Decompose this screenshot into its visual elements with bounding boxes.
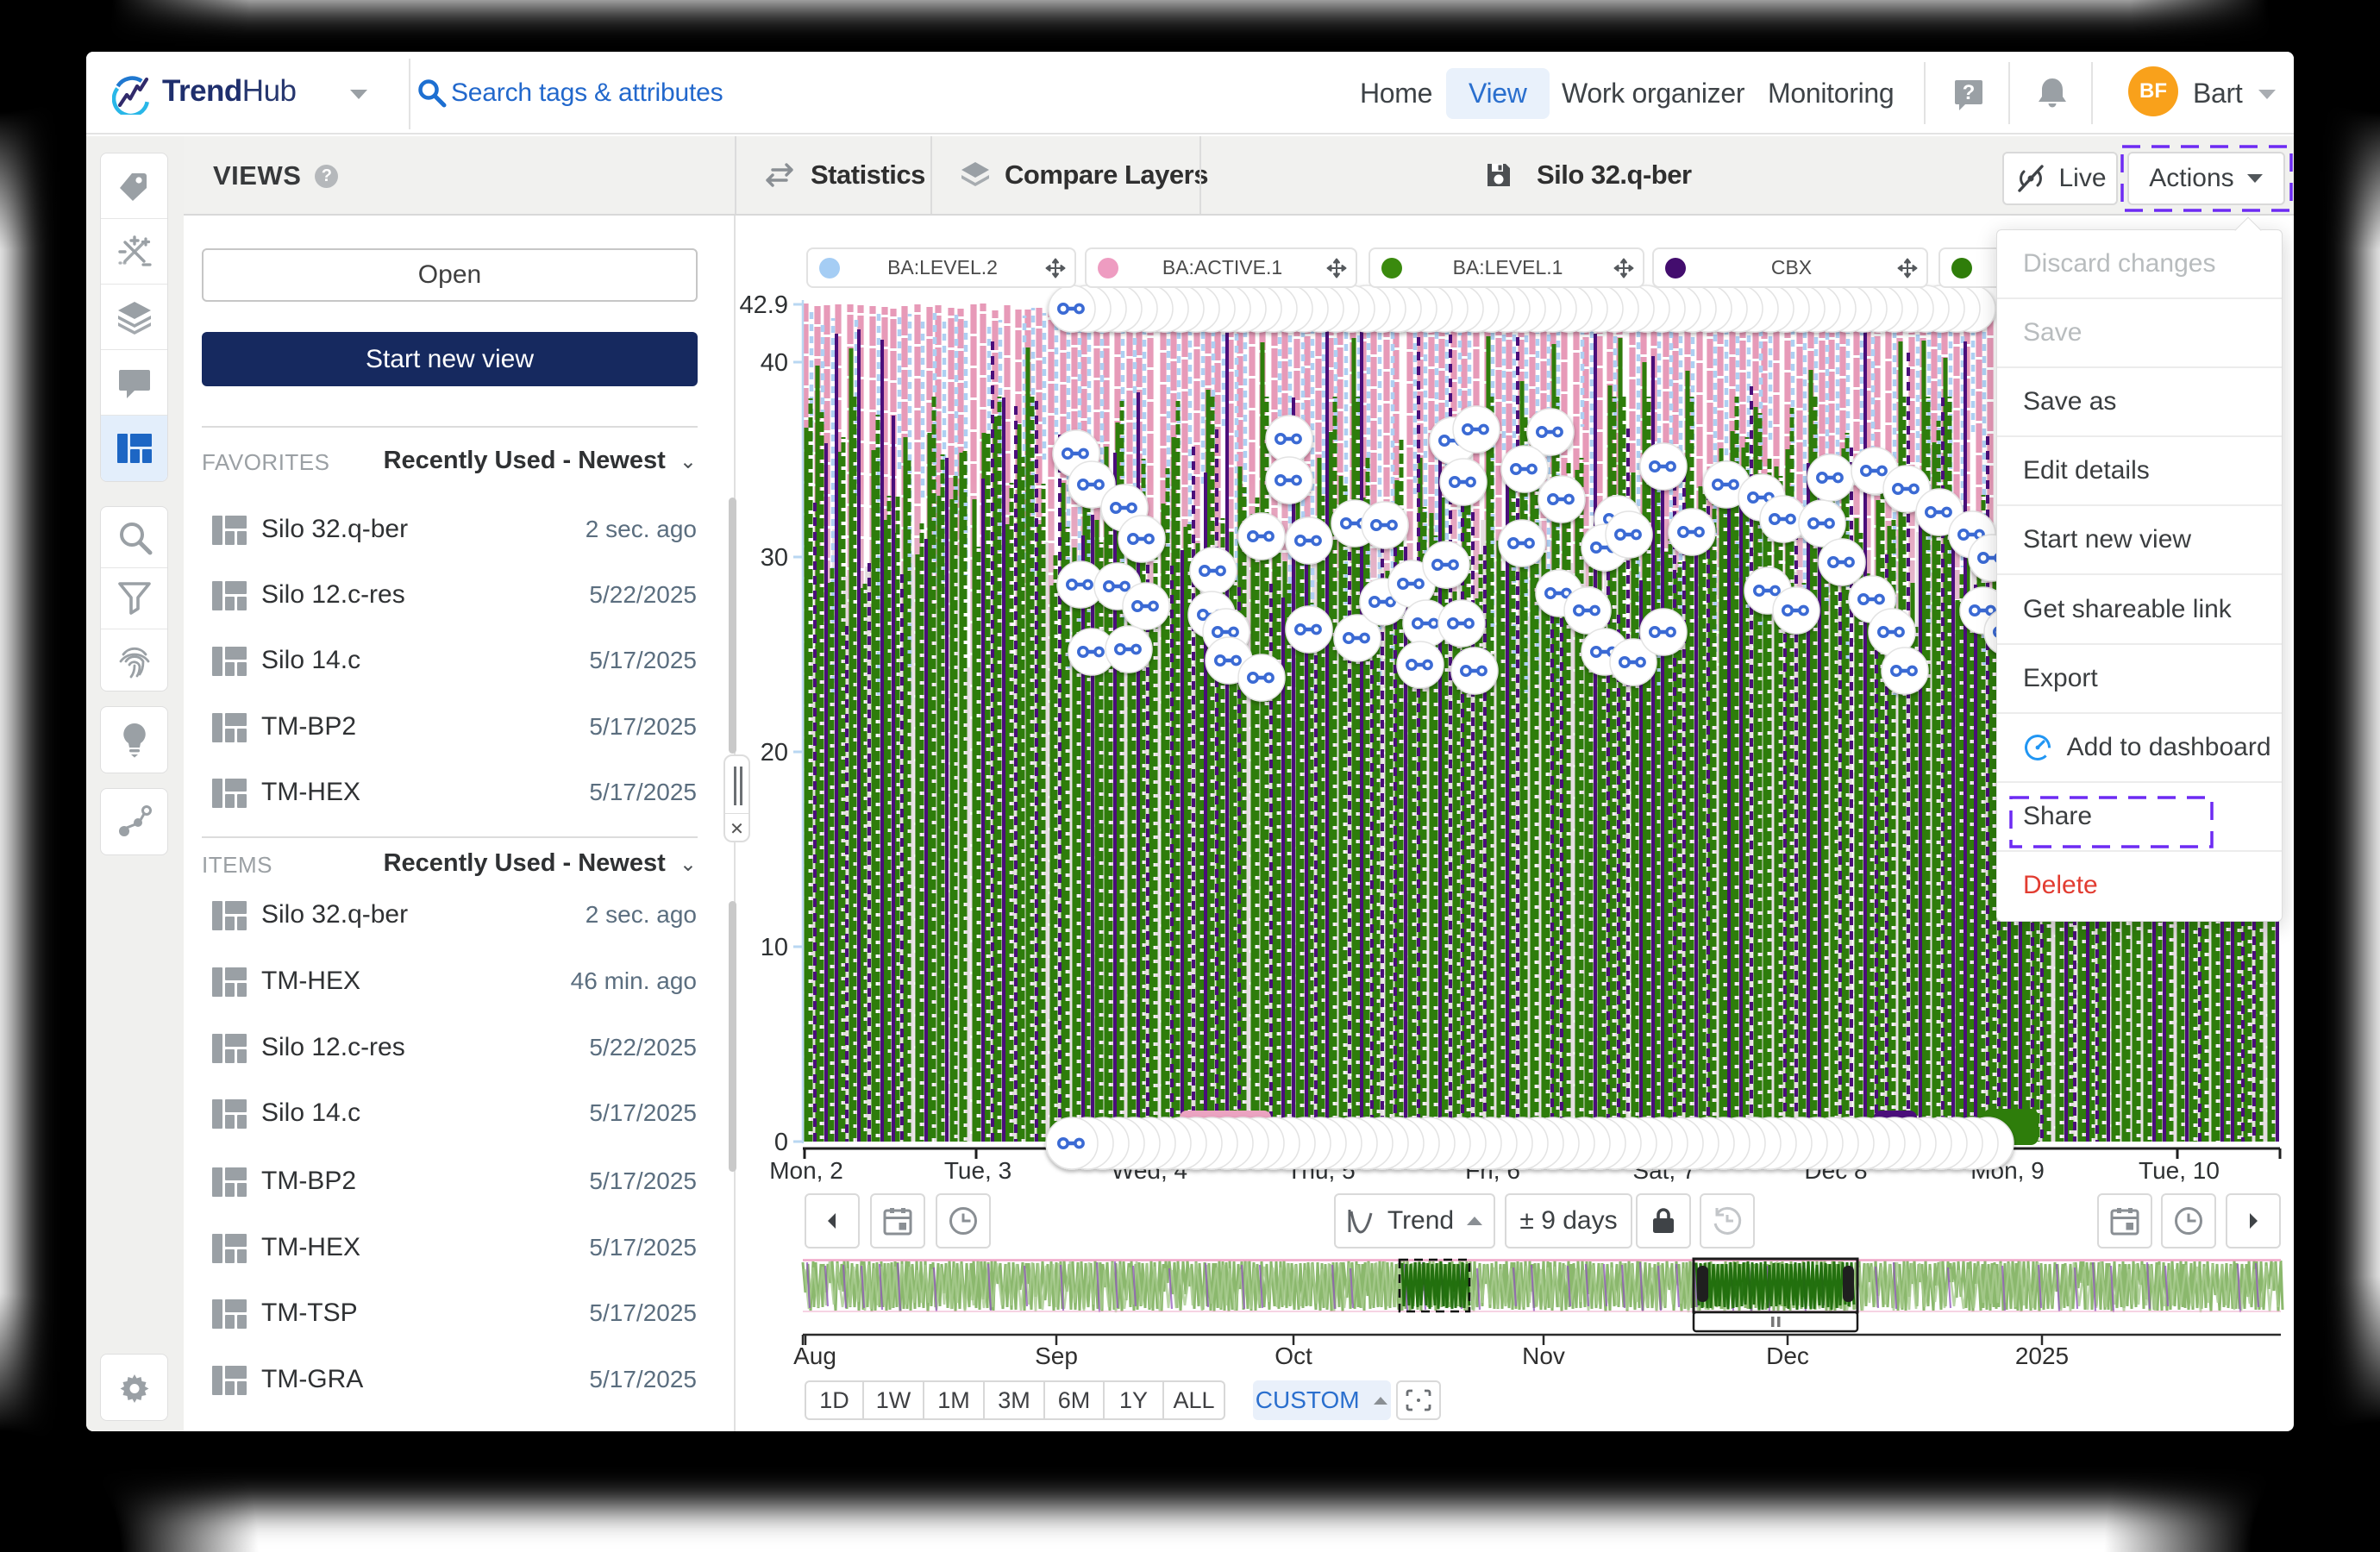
svg-text:2025: 2025 — [2015, 1342, 2069, 1369]
svg-text:Mon, 2: Mon, 2 — [769, 1157, 843, 1184]
svg-text:Dec: Dec — [1766, 1342, 1809, 1369]
svg-text:Aug: Aug — [793, 1342, 836, 1369]
svg-text:30: 30 — [761, 544, 788, 572]
svg-text:42.9: 42.9 — [740, 291, 788, 319]
svg-text:Nov: Nov — [1522, 1342, 1565, 1369]
svg-text:Tue, 3: Tue, 3 — [944, 1157, 1012, 1184]
svg-text:Sep: Sep — [1035, 1342, 1078, 1369]
svg-text:0: 0 — [774, 1129, 788, 1156]
svg-text:?: ? — [1963, 81, 1976, 104]
svg-text:10: 10 — [761, 934, 788, 961]
svg-text:40: 40 — [761, 349, 788, 377]
svg-text:20: 20 — [761, 739, 788, 767]
svg-text:Tue, 10: Tue, 10 — [2139, 1157, 2220, 1184]
svg-text:Oct: Oct — [1275, 1342, 1312, 1369]
